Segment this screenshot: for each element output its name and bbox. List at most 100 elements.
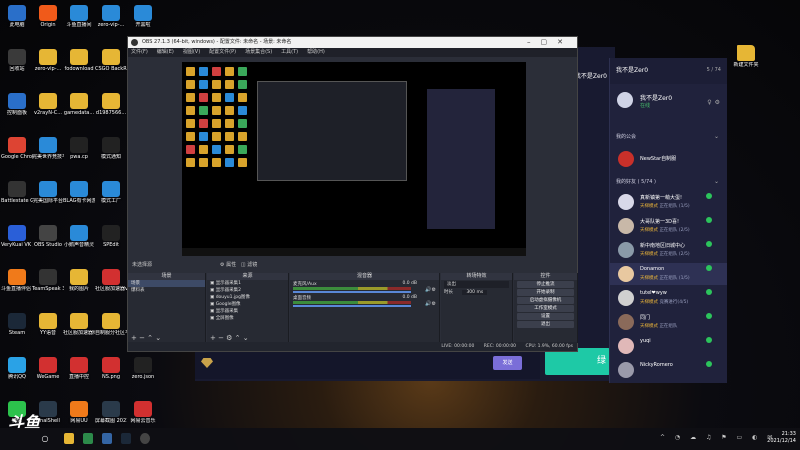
volume-slider[interactable]: [293, 305, 411, 307]
send-button[interactable]: 发送: [493, 356, 522, 370]
window-controls-icon[interactable]: –▢✕: [527, 37, 573, 48]
speaker-icon[interactable]: 🔊⚙: [425, 301, 436, 307]
desktop-icon[interactable]: 网易UU: [63, 400, 95, 430]
desktop-icon[interactable]: SPEdit: [95, 224, 127, 254]
menu-item[interactable]: 工具(T): [281, 49, 298, 55]
guild-item[interactable]: NewStar自制服: [610, 148, 727, 170]
steam-icon[interactable]: [121, 433, 131, 444]
desktop-icon[interactable]: 此电脑: [1, 4, 33, 34]
source-item[interactable]: ▣ douyu1.jpg图像: [207, 294, 288, 301]
control-button[interactable]: 退出: [517, 321, 574, 328]
desktop-icon[interactable]: WeGame: [32, 356, 64, 386]
transition-select[interactable]: 淡出: [444, 281, 509, 288]
my-friends-section[interactable]: 我的好友 ( 5/74 ) ⌄: [610, 175, 727, 189]
gear-icon[interactable]: ⚙: [220, 262, 224, 268]
desktop-icon[interactable]: 我的图片: [63, 268, 95, 298]
control-button[interactable]: 开始录制: [517, 289, 574, 296]
friend-item[interactable]: 新中南地区旧城中心 天梯模式 正在组队 (2/5): [610, 239, 727, 261]
desktop-icon[interactable]: 模式通知: [95, 136, 127, 166]
desktop-icon[interactable]: 斗鱼直播间: [63, 4, 95, 34]
desktop-icon[interactable]: 完美世界竞技平台: [32, 136, 64, 166]
source-item[interactable]: ▣ Google图像: [207, 301, 288, 308]
friend-item[interactable]: yuqi: [610, 335, 727, 357]
desktop-icon[interactable]: 腾讯QQ: [1, 356, 33, 386]
menu-item[interactable]: 帮助(H): [307, 49, 325, 55]
my-profile[interactable]: 我不是Zer0 在线 ♀⚙: [610, 86, 727, 114]
desktop-icon[interactable]: zero.json: [127, 356, 159, 386]
desktop-icon[interactable]: 小鹅声音精灵: [63, 224, 95, 254]
properties-button[interactable]: 属性: [226, 262, 236, 268]
desktop-icon[interactable]: 社区服加速器绿色便携版: [63, 312, 95, 342]
chrome-icon[interactable]: [83, 433, 93, 444]
chat-top-user[interactable]: 我不是Zer0: [575, 71, 607, 80]
obs-preview[interactable]: [182, 62, 526, 256]
control-button[interactable]: 启动虚拟摄像机: [517, 297, 574, 304]
desktop-icon[interactable]: 网易云音乐: [127, 400, 159, 430]
obs-titlebar[interactable]: OBS 27.1.3 (64-bit, windows) - 配置文件: 未命名…: [128, 37, 577, 48]
desktop-icon[interactable]: d1987566...: [95, 92, 127, 122]
source-item[interactable]: ▣ 显示器采集1: [207, 280, 288, 287]
friend-item[interactable]: tutel❤wyw 天梯模式 竞赛进行(4/5): [610, 287, 727, 309]
desktop-icon[interactable]: 自制服分社区平台...: [95, 312, 127, 342]
desktop-icon[interactable]: VeryKuai VK 加速器: [1, 224, 33, 254]
desktop-icon[interactable]: BLAG有卡网游加速器: [63, 180, 95, 210]
friend-item[interactable]: 大哥队第一3D喜! 天梯模式 正在组队 (2/5): [610, 215, 727, 237]
source-item[interactable]: ▣ 显示器采集: [207, 308, 288, 315]
menu-item[interactable]: 配置文件(P): [209, 49, 236, 55]
desktop-icon[interactable]: CSGO BackRP's...: [95, 48, 127, 78]
desktop-icon[interactable]: 模式工厂: [95, 180, 127, 210]
friend-item[interactable]: Donamon 天梯模式 正在组队 (1/5): [610, 263, 727, 285]
desktop-icon[interactable]: Origin: [32, 4, 64, 34]
desktop-icon[interactable]: 直播中控: [63, 356, 95, 386]
file-explorer-icon[interactable]: [64, 433, 74, 444]
menu-item[interactable]: 编辑(E): [157, 49, 174, 55]
desktop-icon[interactable]: 斗鱼直播伴侣 2021: [1, 268, 33, 298]
desktop-icon[interactable]: OBS Studio: [32, 224, 64, 254]
menu-item[interactable]: 视图(V): [183, 49, 200, 55]
app-icon[interactable]: [102, 433, 112, 444]
desktop-icon[interactable]: Google Chrome: [1, 136, 33, 166]
friend-item[interactable]: 同门 天梯模式 正在组队: [610, 311, 727, 333]
volume-slider[interactable]: [293, 291, 411, 293]
desktop-icon[interactable]: 控制面板: [1, 92, 33, 122]
duration-field[interactable]: 时长 300 ms: [441, 289, 512, 296]
desktop-icon[interactable]: 社区服加速器v...zip: [95, 268, 127, 298]
start-button[interactable]: 绿: [545, 348, 610, 375]
duration-value[interactable]: 300 ms: [462, 290, 488, 295]
source-item[interactable]: ▣ 全屏图像: [207, 315, 288, 322]
desktop-icon[interactable]: NS.png: [95, 356, 127, 386]
source-item[interactable]: ▣ 显示器采集2: [207, 287, 288, 294]
control-button[interactable]: 工作室模式: [517, 305, 574, 312]
desktop-icon[interactable]: 完美国际平台: [32, 180, 64, 210]
menu-item[interactable]: 场景集合(S): [245, 49, 272, 55]
desktop-icon[interactable]: zero-vip-...: [95, 4, 127, 34]
desktop-icon[interactable]: v2rayN-C...: [32, 92, 64, 122]
desktop-icon[interactable]: TeamSpeak 3: [32, 268, 64, 298]
search-icon[interactable]: ○: [40, 433, 50, 444]
control-button[interactable]: 设置: [517, 313, 574, 320]
scene-item[interactable]: 爆料表: [128, 287, 205, 294]
control-button[interactable]: 停止推流: [517, 281, 574, 288]
desktop-icon[interactable]: zero-vip-...: [32, 48, 64, 78]
desktop-icon[interactable]: pwa.cp: [63, 136, 95, 166]
desktop-icon[interactable]: 开黑啦: [127, 4, 159, 34]
desktop-icon[interactable]: gamedata...: [63, 92, 95, 122]
desktop-icon[interactable]: 新建文件夹: [730, 44, 762, 74]
system-tray-icon[interactable]: ^ ◔ ☁ ♫ ⚑ ▭ ◐ ✉: [660, 434, 776, 441]
chat-input[interactable]: [195, 349, 540, 379]
desktop-icon[interactable]: 回收站: [1, 48, 33, 78]
desktop-icon[interactable]: 屏幕截图 2021-12-1...: [95, 400, 127, 430]
desktop-icon[interactable]: fodownload: [63, 48, 95, 78]
scene-item[interactable]: 场景: [128, 280, 205, 287]
friend-item[interactable]: 真新镇第一萌大蛋! 天梯模式 正在组队 (1/5): [610, 191, 727, 213]
desktop-icon[interactable]: YY语音: [32, 312, 64, 342]
speaker-icon[interactable]: 🔊⚙: [425, 287, 436, 293]
filters-button[interactable]: 滤镜: [247, 262, 257, 268]
menu-item[interactable]: 文件(F): [131, 49, 148, 55]
my-guild-section[interactable]: 我的公会 ⌄: [610, 130, 727, 144]
filter-icon[interactable]: ◫: [241, 262, 246, 268]
desktop-icon[interactable]: Steam: [1, 312, 33, 342]
obs-taskbar-icon[interactable]: [140, 433, 150, 444]
desktop-icon[interactable]: Battlestate Games L...: [1, 180, 33, 210]
friend-item[interactable]: NickyRomero: [610, 359, 727, 381]
